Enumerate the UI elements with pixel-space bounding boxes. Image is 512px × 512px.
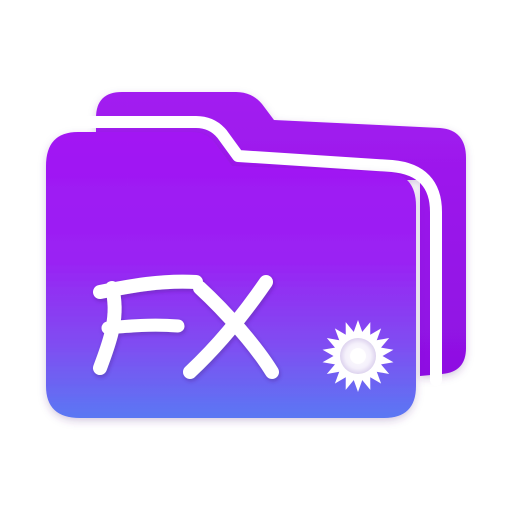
fx-file-explorer-app-icon: FX <box>0 0 512 512</box>
fx-logo-label: FX <box>0 0 2 1</box>
folder-icon-graphic: FX <box>0 0 466 418</box>
